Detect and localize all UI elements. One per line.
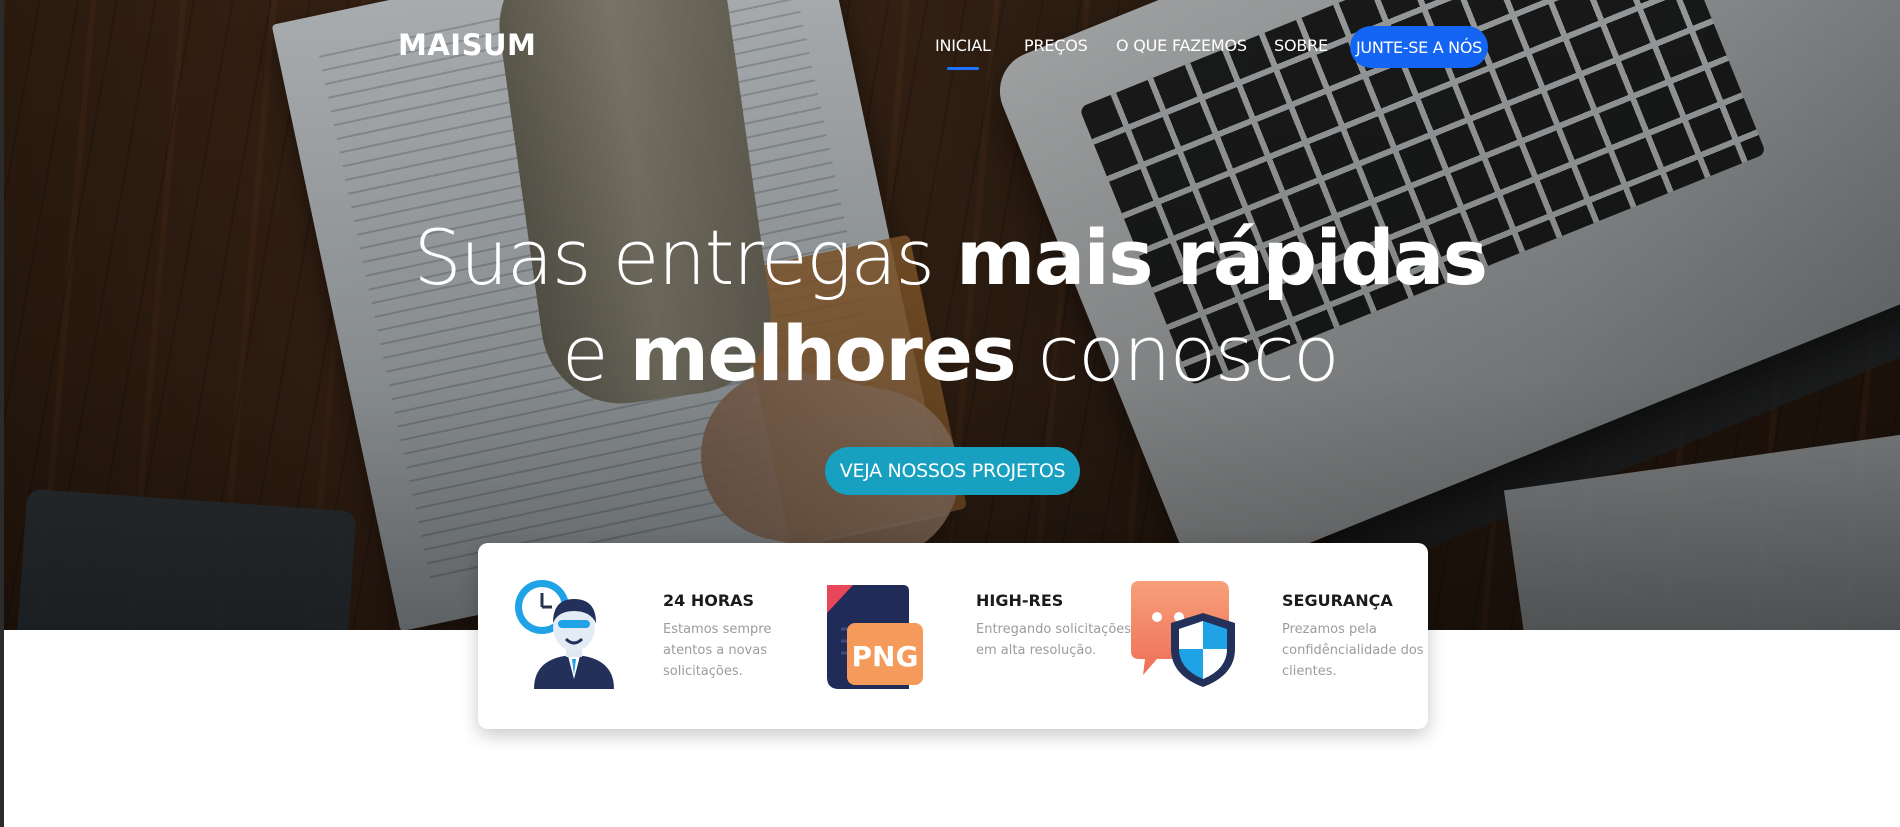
feature-title: HIGH-RES bbox=[976, 591, 1064, 610]
headline-line2-bold: melhores bbox=[629, 309, 1017, 398]
png-icon-label: PNG bbox=[852, 640, 919, 673]
feature-seguranca: SEGURANÇA Prezamos pela confidêncialidad… bbox=[1131, 579, 1431, 699]
headline-line1-light: Suas entregas bbox=[413, 213, 957, 302]
feature-24-horas: 24 HORAS Estamos sempre atentos a novas … bbox=[512, 579, 812, 699]
feature-high-res: PNG HIGH-RES Entregando solicitações em … bbox=[825, 579, 1131, 699]
window-edge bbox=[0, 0, 4, 827]
hero-headline: Suas entregas mais rápidas e melhores co… bbox=[0, 210, 1900, 402]
feature-title: 24 HORAS bbox=[663, 591, 755, 610]
headline-line2-light-a: e bbox=[561, 309, 630, 398]
top-navigation: MAISUM INICIAL PREÇOS O QUE FAZEMOS SOBR… bbox=[0, 0, 1900, 95]
features-card: 24 HORAS Estamos sempre atentos a novas … bbox=[478, 543, 1428, 729]
feature-description: Entregando solicitações em alta resoluçã… bbox=[976, 622, 1132, 658]
nav-item-inicial[interactable]: INICIAL bbox=[935, 36, 991, 70]
nav-item-o-que-fazemos[interactable]: O QUE FAZEMOS bbox=[1116, 36, 1247, 55]
feature-title: SEGURANÇA bbox=[1282, 591, 1393, 610]
security-shield-chat-icon bbox=[1131, 581, 1235, 687]
headline-line2-light-b: conosco bbox=[1015, 309, 1340, 398]
view-projects-button[interactable]: VEJA NOSSOS PROJETOS bbox=[825, 447, 1080, 495]
nav-item-precos[interactable]: PREÇOS bbox=[1024, 36, 1088, 55]
feature-description: Prezamos pela confidêncialidade dos clie… bbox=[1282, 622, 1424, 679]
join-us-button[interactable]: JUNTE-SE A NÓS bbox=[1350, 26, 1488, 68]
nav-item-sobre[interactable]: SOBRE bbox=[1274, 36, 1328, 55]
feature-description: Estamos sempre atentos a novas solicitaç… bbox=[663, 622, 772, 679]
support-agent-clock-icon bbox=[515, 580, 614, 689]
png-file-icon: PNG bbox=[827, 585, 923, 689]
headline-line1-bold: mais rápidas bbox=[956, 213, 1488, 302]
site-logo[interactable]: MAISUM bbox=[398, 28, 536, 62]
